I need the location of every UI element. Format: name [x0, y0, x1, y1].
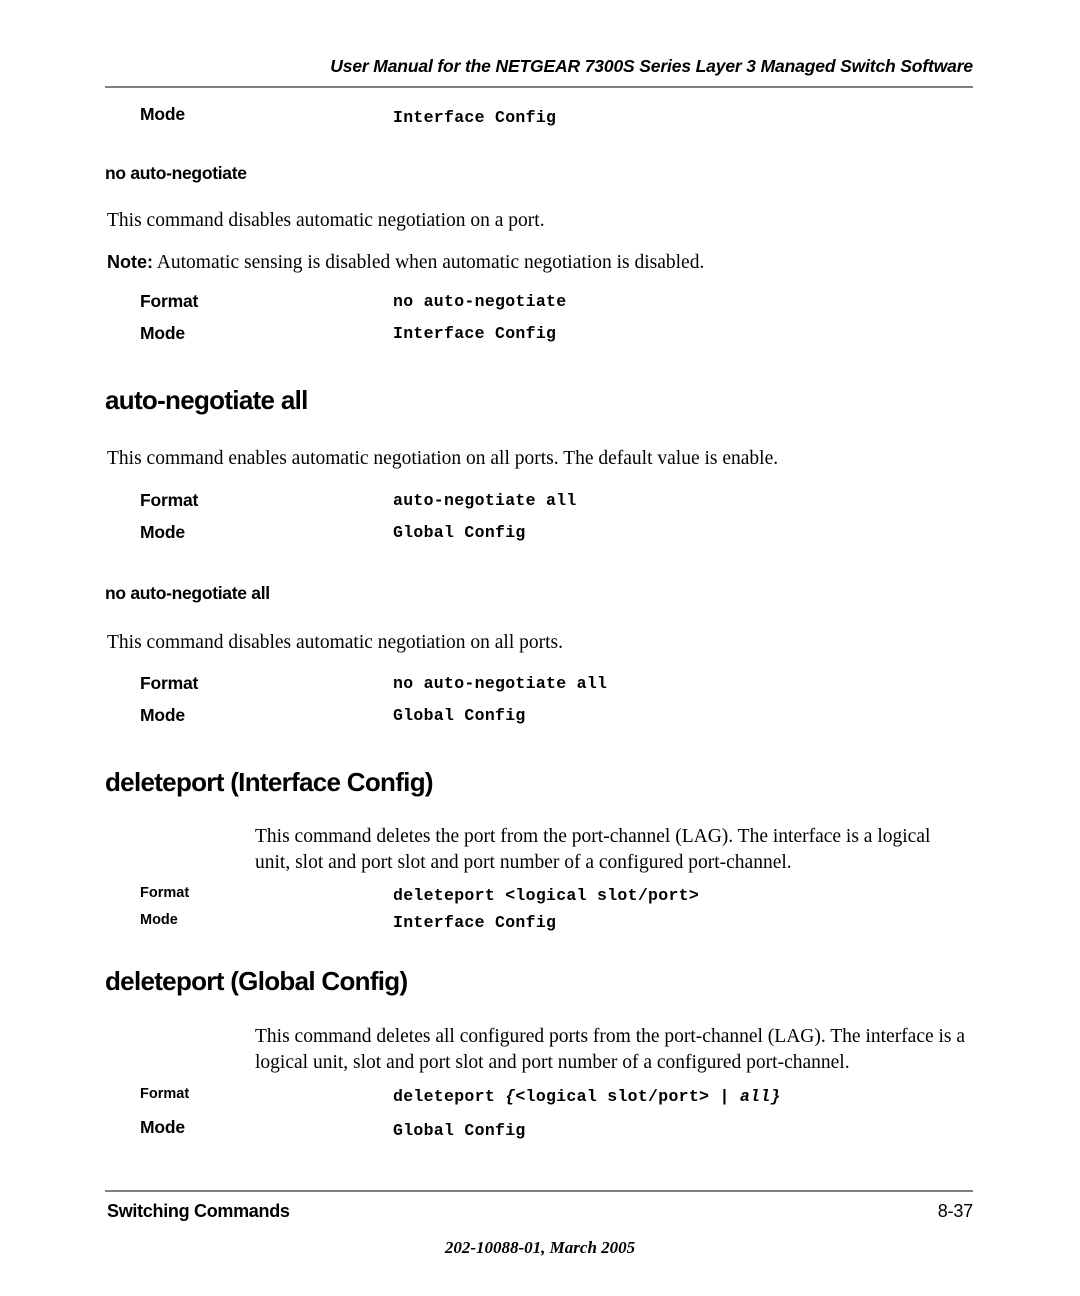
- note-label: Note:: [107, 252, 153, 273]
- spec-label-mode: Mode: [140, 104, 185, 124]
- section-description: This command deletes the port from the p…: [255, 826, 931, 874]
- document-page: User Manual for the NETGEAR 7300S Series…: [0, 0, 1080, 1296]
- spec-row-mode-top: Mode Interface Config: [0, 104, 1080, 144]
- spec-value-mode: Global Config: [393, 1121, 526, 1141]
- page-content: Mode Interface Config no auto-negotiate …: [0, 104, 1080, 1149]
- section-heading: no auto-negotiate all: [105, 583, 270, 604]
- section-no-auto-negotiate-all: no auto-negotiate all: [0, 583, 1080, 604]
- section-heading: deleteport (Interface Config): [105, 766, 434, 797]
- spec-value-mode: Interface Config: [393, 913, 557, 933]
- section-heading: no auto-negotiate: [105, 163, 247, 183]
- spec-value-format: deleteport <logical slot/port>: [393, 886, 700, 906]
- section-description: This command disables automatic negotiat…: [107, 210, 545, 232]
- spec-row-mode: Mode Interface Config: [0, 912, 1080, 939]
- spec-row-mode: Mode Global Config: [0, 705, 1080, 737]
- section-no-auto-negotiate: no auto-negotiate: [0, 163, 1080, 183]
- note-text: Automatic sensing is disabled when autom…: [153, 252, 705, 274]
- section-description: This command disables automatic negotiat…: [107, 632, 563, 654]
- section-deleteport-interface-config: deleteport (Interface Config): [0, 766, 1080, 797]
- section-note: Note: Automatic sensing is disabled when…: [107, 250, 975, 276]
- spec-row-mode: Mode Interface Config: [0, 323, 1080, 355]
- running-header-title: User Manual for the NETGEAR 7300S Series…: [330, 56, 973, 76]
- spec-value-format: no auto-negotiate all: [393, 673, 608, 693]
- spec-label-format: Format: [140, 490, 199, 511]
- footer-page-number: 8-37: [937, 1201, 973, 1221]
- footer-document-id: 202-10088-01, March 2005: [444, 1238, 636, 1257]
- format-brace-close: }: [770, 1087, 781, 1107]
- format-arg: <logical slot/port> |: [515, 1087, 740, 1107]
- spec-value-format: no auto-negotiate: [393, 291, 567, 311]
- spec-label-mode: Mode: [140, 1117, 185, 1138]
- spec-value-format: deleteport {<logical slot/port> | all}: [393, 1087, 781, 1106]
- spec-row-mode: Mode Global Config: [0, 1117, 1080, 1149]
- spec-value-format: auto-negotiate all: [393, 491, 577, 511]
- spec-label-format: Format: [140, 1086, 190, 1103]
- section-heading: deleteport (Global Config): [105, 966, 408, 997]
- spec-value-mode: Global Config: [393, 705, 526, 725]
- section-deleteport-global-config: deleteport (Global Config): [0, 967, 1080, 996]
- spec-row-mode: Mode Global Config: [0, 522, 1080, 554]
- format-italic-all: all: [739, 1087, 771, 1107]
- spec-label-format: Format: [140, 885, 190, 902]
- section-auto-negotiate-all: auto-negotiate all: [0, 384, 1080, 415]
- section-description: This command deletes all configured port…: [255, 1026, 966, 1074]
- spec-label-format: Format: [140, 672, 199, 693]
- spec-label-mode: Mode: [140, 704, 185, 725]
- format-pre: deleteport: [393, 1087, 506, 1107]
- spec-row-format: Format deleteport {<logical slot/port> |…: [0, 1086, 1080, 1117]
- section-description: This command enables automatic negotiati…: [107, 448, 779, 470]
- spec-row-format: Format no auto-negotiate: [0, 291, 1080, 323]
- spec-row-format: Format no auto-negotiate all: [0, 673, 1080, 705]
- section-heading: auto-negotiate all: [105, 384, 308, 415]
- spec-label-format: Format: [140, 290, 199, 311]
- spec-value-mode: Interface Config: [393, 323, 557, 343]
- spec-label-mode: Mode: [140, 912, 178, 929]
- header-rule: [105, 86, 973, 88]
- footer-rule: [105, 1190, 973, 1192]
- format-brace-open: {: [505, 1087, 516, 1107]
- spec-label-mode: Mode: [140, 322, 185, 343]
- spec-row-format: Format auto-negotiate all: [0, 490, 1080, 522]
- spec-label-mode: Mode: [140, 522, 185, 543]
- spec-value-mode: Interface Config: [393, 108, 557, 127]
- spec-row-format: Format deleteport <logical slot/port>: [0, 885, 1080, 912]
- spec-value-mode: Global Config: [393, 523, 526, 543]
